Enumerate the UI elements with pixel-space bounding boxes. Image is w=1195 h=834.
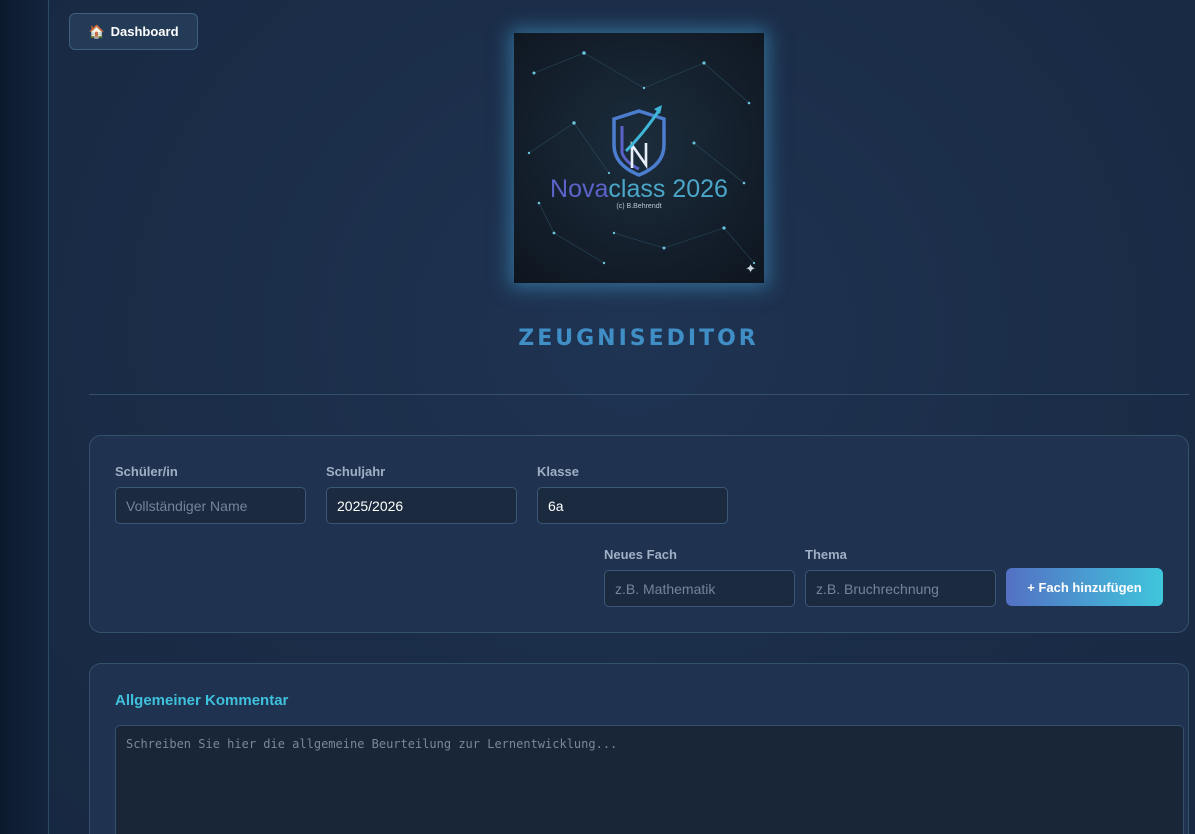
comment-textarea[interactable] xyxy=(115,725,1184,834)
school-year-label: Schuljahr xyxy=(326,464,386,479)
house-icon: 🏠 xyxy=(88,23,105,39)
class-label: Klasse xyxy=(537,464,579,479)
new-subject-label: Neues Fach xyxy=(604,547,677,562)
comment-title: Allgemeiner Kommentar xyxy=(115,692,289,709)
app-logo: Novaclass 2026 (c) B.Behrendt ✦ xyxy=(514,33,764,283)
page-title: ZEUGNISEDITOR xyxy=(518,326,759,351)
student-label: Schüler/in xyxy=(115,464,178,479)
topic-label: Thema xyxy=(805,547,847,562)
sparkle-icon: ✦ xyxy=(745,261,756,276)
divider xyxy=(89,394,1189,395)
logo-subtitle: (c) B.Behrendt xyxy=(616,203,662,210)
add-subject-button[interactable]: + Fach hinzufügen xyxy=(1006,568,1163,606)
dashboard-button[interactable]: 🏠 Dashboard xyxy=(69,13,198,50)
school-year-input[interactable] xyxy=(326,487,517,524)
shield-logo-icon xyxy=(612,105,666,177)
student-name-input[interactable] xyxy=(115,487,306,524)
topic-input[interactable] xyxy=(805,570,996,607)
dashboard-label: Dashboard xyxy=(110,24,179,39)
logo-title: Novaclass 2026 xyxy=(550,175,728,203)
new-subject-input[interactable] xyxy=(604,570,795,607)
class-input[interactable] xyxy=(537,487,728,524)
